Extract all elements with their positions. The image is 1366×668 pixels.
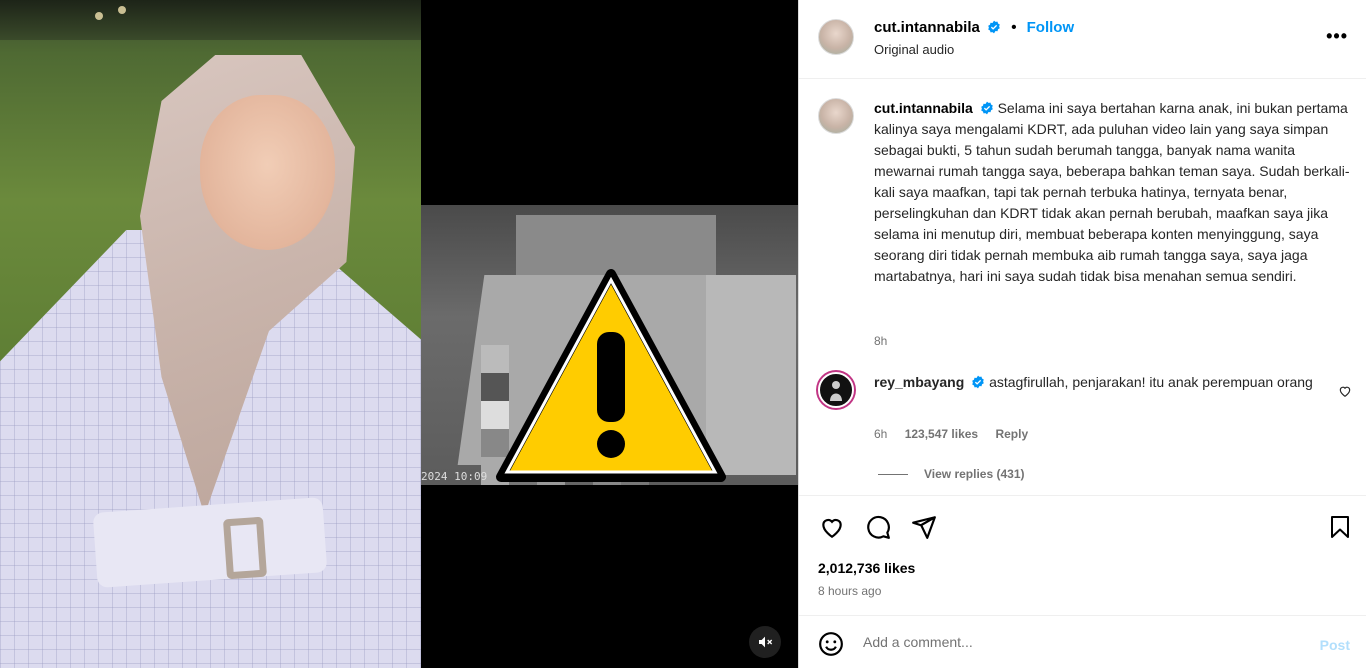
post-video[interactable]: 2024 10:09 bbox=[421, 0, 798, 668]
like-button[interactable] bbox=[818, 513, 846, 541]
smiley-icon[interactable] bbox=[818, 631, 844, 657]
author-avatar[interactable] bbox=[818, 19, 854, 55]
follow-button[interactable]: Follow bbox=[1027, 19, 1075, 36]
commenter-avatar-image bbox=[830, 381, 842, 401]
caption-text: Selama ini saya bertahan karna anak, ini… bbox=[874, 100, 1350, 284]
comment-input[interactable] bbox=[863, 634, 1283, 650]
view-replies-label: View replies (431) bbox=[924, 467, 1025, 481]
ellipsis-icon[interactable]: ••• bbox=[1326, 26, 1348, 47]
comment-meta: 6h 123,547 likes Reply bbox=[874, 427, 1042, 441]
verified-badge-icon bbox=[980, 101, 993, 115]
save-button[interactable] bbox=[1326, 513, 1354, 541]
post-panel: cut.intannabila • Follow Original audio … bbox=[798, 0, 1366, 668]
action-bar bbox=[799, 505, 1366, 550]
verified-badge-icon bbox=[972, 375, 984, 389]
paper-plane-icon bbox=[912, 516, 936, 539]
comment-likes[interactable]: 123,547 likes bbox=[905, 427, 978, 441]
commenter-avatar[interactable] bbox=[818, 372, 854, 408]
background-trees bbox=[0, 0, 421, 40]
background-light bbox=[95, 12, 103, 20]
post-header: cut.intannabila • Follow Original audio … bbox=[799, 0, 1366, 79]
caption-text-block: cut.intannabila Selama ini saya bertahan… bbox=[874, 98, 1354, 287]
post-comment-button[interactable]: Post bbox=[1320, 637, 1350, 653]
verified-badge-icon bbox=[988, 20, 1000, 34]
background-light bbox=[118, 6, 126, 14]
comment-time: 6h bbox=[874, 427, 888, 441]
caption-avatar[interactable] bbox=[818, 98, 854, 134]
heart-icon bbox=[822, 518, 842, 539]
author-username-row: cut.intannabila • Follow bbox=[874, 19, 1074, 36]
reply-button[interactable]: Reply bbox=[995, 427, 1028, 441]
post-time[interactable]: 8 hours ago bbox=[818, 584, 881, 598]
face bbox=[200, 95, 335, 250]
post-image[interactable] bbox=[0, 0, 421, 668]
separator-dot: • bbox=[1011, 19, 1017, 36]
replies-line bbox=[878, 473, 908, 475]
commenter-username[interactable]: rey_mbayang bbox=[874, 374, 964, 390]
comment-icon bbox=[867, 515, 890, 539]
comment-text: astagfirullah, penjarakan! itu anak pere… bbox=[989, 374, 1313, 390]
view-replies-button[interactable]: View replies (431) bbox=[878, 467, 1025, 481]
speaker-muted-icon bbox=[759, 636, 773, 648]
comment-like-heart-icon[interactable] bbox=[1338, 384, 1352, 398]
comment-text-block: rey_mbayang astagfirullah, penjarakan! i… bbox=[874, 372, 1314, 392]
bookmark-icon bbox=[1331, 516, 1349, 538]
author-username[interactable]: cut.intannabila bbox=[874, 19, 980, 36]
warning-triangle-icon bbox=[496, 269, 726, 482]
comments-section[interactable]: cut.intannabila Selama ini saya bertahan… bbox=[799, 80, 1366, 496]
caption-username[interactable]: cut.intannabila bbox=[874, 100, 973, 116]
share-button[interactable] bbox=[910, 513, 938, 541]
like-count[interactable]: 2,012,736 likes bbox=[818, 560, 915, 576]
comment-composer: Post bbox=[799, 615, 1366, 668]
belt bbox=[92, 497, 328, 588]
caption-time: 8h bbox=[874, 334, 888, 348]
belt-buckle bbox=[222, 516, 268, 580]
comment-button[interactable] bbox=[864, 513, 892, 541]
mute-button[interactable] bbox=[749, 626, 781, 658]
audio-label[interactable]: Original audio bbox=[874, 42, 954, 57]
video-timestamp: 2024 10:09 bbox=[421, 470, 488, 483]
